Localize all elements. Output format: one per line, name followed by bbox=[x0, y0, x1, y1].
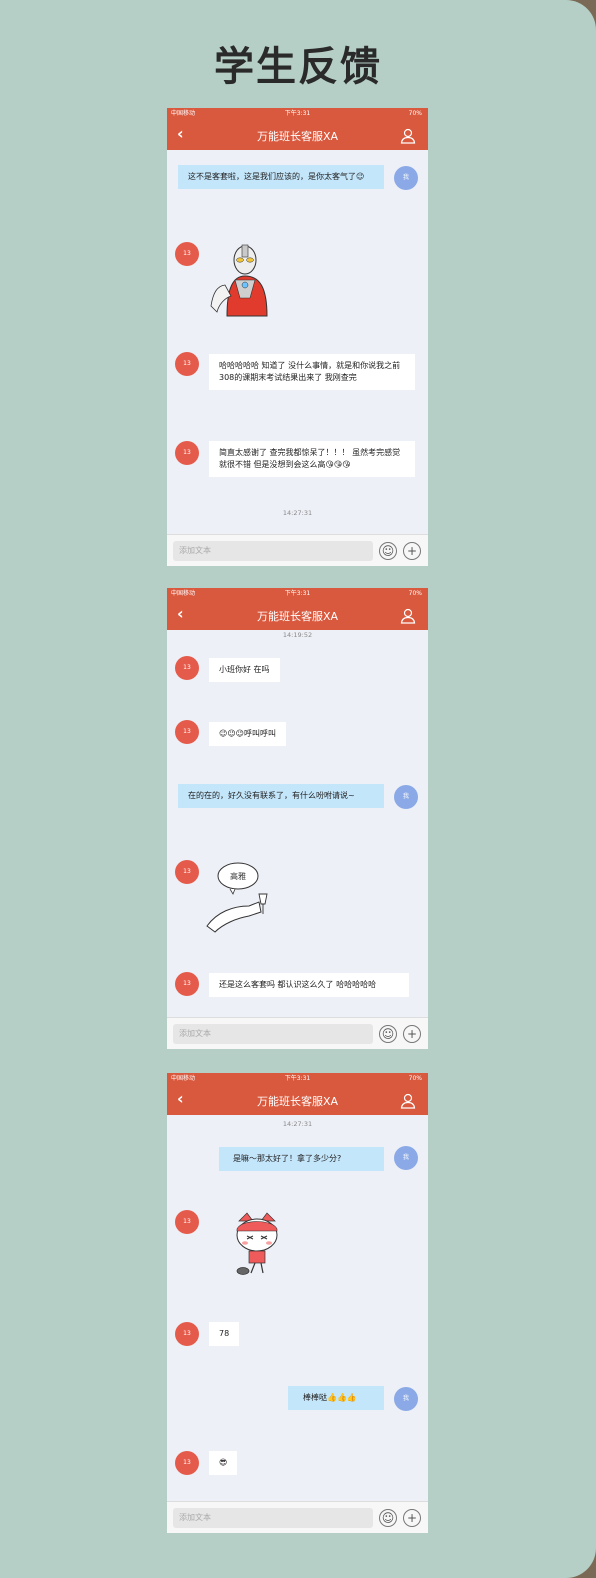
message-bubble-self: 在的在的，好久没有联系了，有什么吩咐请说~ bbox=[178, 784, 384, 808]
chat-title: 万能班长客服XA bbox=[256, 1095, 339, 1108]
status-bar: 中国移动 下午3:31 70% bbox=[167, 1073, 428, 1085]
self-avatar: 我 bbox=[394, 166, 418, 190]
status-time: 下午3:31 bbox=[284, 1075, 311, 1082]
status-time: 下午3:31 bbox=[284, 110, 311, 117]
battery-label: 70% bbox=[408, 110, 422, 117]
contact-avatar: 13 bbox=[175, 972, 199, 996]
emoji-icon[interactable]: ☺ bbox=[379, 542, 397, 560]
input-bar: 添加文本 ☺ + bbox=[167, 534, 428, 566]
emoji-icon[interactable]: ☺ bbox=[379, 1025, 397, 1043]
self-avatar: 我 bbox=[394, 1387, 418, 1411]
message-timestamp: 14:19:52 bbox=[282, 631, 313, 639]
message-timestamp: 14:27:31 bbox=[282, 509, 313, 517]
toast-sticker: 高雅 bbox=[206, 862, 268, 933]
message-bubble-contact: 小班你好 在吗 bbox=[209, 658, 280, 682]
chat-screenshot-2: 中国移动 下午3:31 70% ‹ 万能班长客服XA 14:19:52 13 小… bbox=[167, 588, 428, 1049]
message-bubble-contact: 简直太感谢了 查完我都惊呆了！！！ 虽然考完感觉就很不错 但是没想到会这么高😘😘… bbox=[209, 441, 415, 477]
message-bubble-contact: 😉😉😉呼叫呼叫 bbox=[209, 722, 287, 746]
chat-title: 万能班长客服XA bbox=[256, 610, 339, 623]
input-bar: 添加文本 ☺ + bbox=[167, 1501, 428, 1533]
message-bubble-self: 这不是客套啦，这是我们应该的，是你太客气了😉 bbox=[178, 165, 384, 189]
contact-avatar: 13 bbox=[175, 1322, 199, 1346]
message-timestamp: 14:27:31 bbox=[282, 1120, 313, 1128]
battery-label: 70% bbox=[408, 1075, 422, 1082]
message-bubble-contact: 还是这么客套吗 都认识这么久了 哈哈哈哈哈 bbox=[209, 973, 409, 997]
plus-icon[interactable]: + bbox=[403, 542, 421, 560]
self-avatar: 我 bbox=[394, 785, 418, 809]
contact-avatar: 13 bbox=[175, 1210, 199, 1234]
navbar: ‹ 万能班长客服XA bbox=[167, 120, 428, 150]
message-bubble-contact: 😎 bbox=[209, 1451, 238, 1475]
status-bar: 中国移动 下午3:31 70% bbox=[167, 588, 428, 600]
cat-sticker bbox=[236, 1212, 278, 1275]
battery-label: 70% bbox=[408, 590, 422, 597]
message-bubble-self: 是嘛～那太好了！拿了多少分? bbox=[219, 1147, 384, 1171]
sticker-speech-text: 高雅 bbox=[230, 871, 246, 881]
message-bubble-self: 棒棒哒👍👍👍 bbox=[288, 1386, 384, 1410]
plus-icon[interactable]: + bbox=[403, 1509, 421, 1527]
page-title: 学生反馈 bbox=[214, 44, 382, 90]
chat-screenshot-1: 中国移动 下午3:31 70% ‹ 万能班长客服XA 我 这不是客套啦，这是我们… bbox=[167, 108, 428, 566]
input-bar: 添加文本 ☺ + bbox=[167, 1017, 428, 1049]
self-avatar: 我 bbox=[394, 1146, 418, 1170]
ultraman-sticker bbox=[210, 244, 268, 317]
navbar: ‹ 万能班长客服XA bbox=[167, 1085, 428, 1115]
chat-screenshot-3: 中国移动 下午3:31 70% ‹ 万能班长客服XA 14:27:31 我 是嘛… bbox=[167, 1073, 428, 1533]
user-icon[interactable] bbox=[400, 128, 416, 144]
message-input[interactable]: 添加文本 bbox=[173, 541, 373, 561]
contact-avatar: 13 bbox=[175, 242, 199, 266]
contact-avatar: 13 bbox=[175, 656, 199, 680]
user-icon[interactable] bbox=[400, 608, 416, 624]
chat-title: 万能班长客服XA bbox=[256, 130, 339, 143]
message-input[interactable]: 添加文本 bbox=[173, 1024, 373, 1044]
contact-avatar: 13 bbox=[175, 720, 199, 744]
user-icon[interactable] bbox=[400, 1093, 416, 1109]
contact-avatar: 13 bbox=[175, 441, 199, 465]
emoji-icon[interactable]: ☺ bbox=[379, 1509, 397, 1527]
contact-avatar: 13 bbox=[175, 1451, 199, 1475]
contact-avatar: 13 bbox=[175, 352, 199, 376]
message-bubble-contact: 哈哈哈哈哈 知道了 没什么事情，就是和你说我之前308的课期末考试结果出来了 我… bbox=[209, 354, 415, 390]
message-bubble-contact: 78 bbox=[209, 1322, 240, 1346]
feedback-page: 学生反馈 中国移动 下午3:31 70% ‹ 万能班长客服XA 我 这不是客套啦… bbox=[0, 0, 596, 1578]
status-time: 下午3:31 bbox=[284, 590, 311, 597]
message-input[interactable]: 添加文本 bbox=[173, 1508, 373, 1528]
status-bar: 中国移动 下午3:31 70% bbox=[167, 108, 428, 120]
contact-avatar: 13 bbox=[175, 860, 199, 884]
navbar: ‹ 万能班长客服XA bbox=[167, 600, 428, 630]
plus-icon[interactable]: + bbox=[403, 1025, 421, 1043]
